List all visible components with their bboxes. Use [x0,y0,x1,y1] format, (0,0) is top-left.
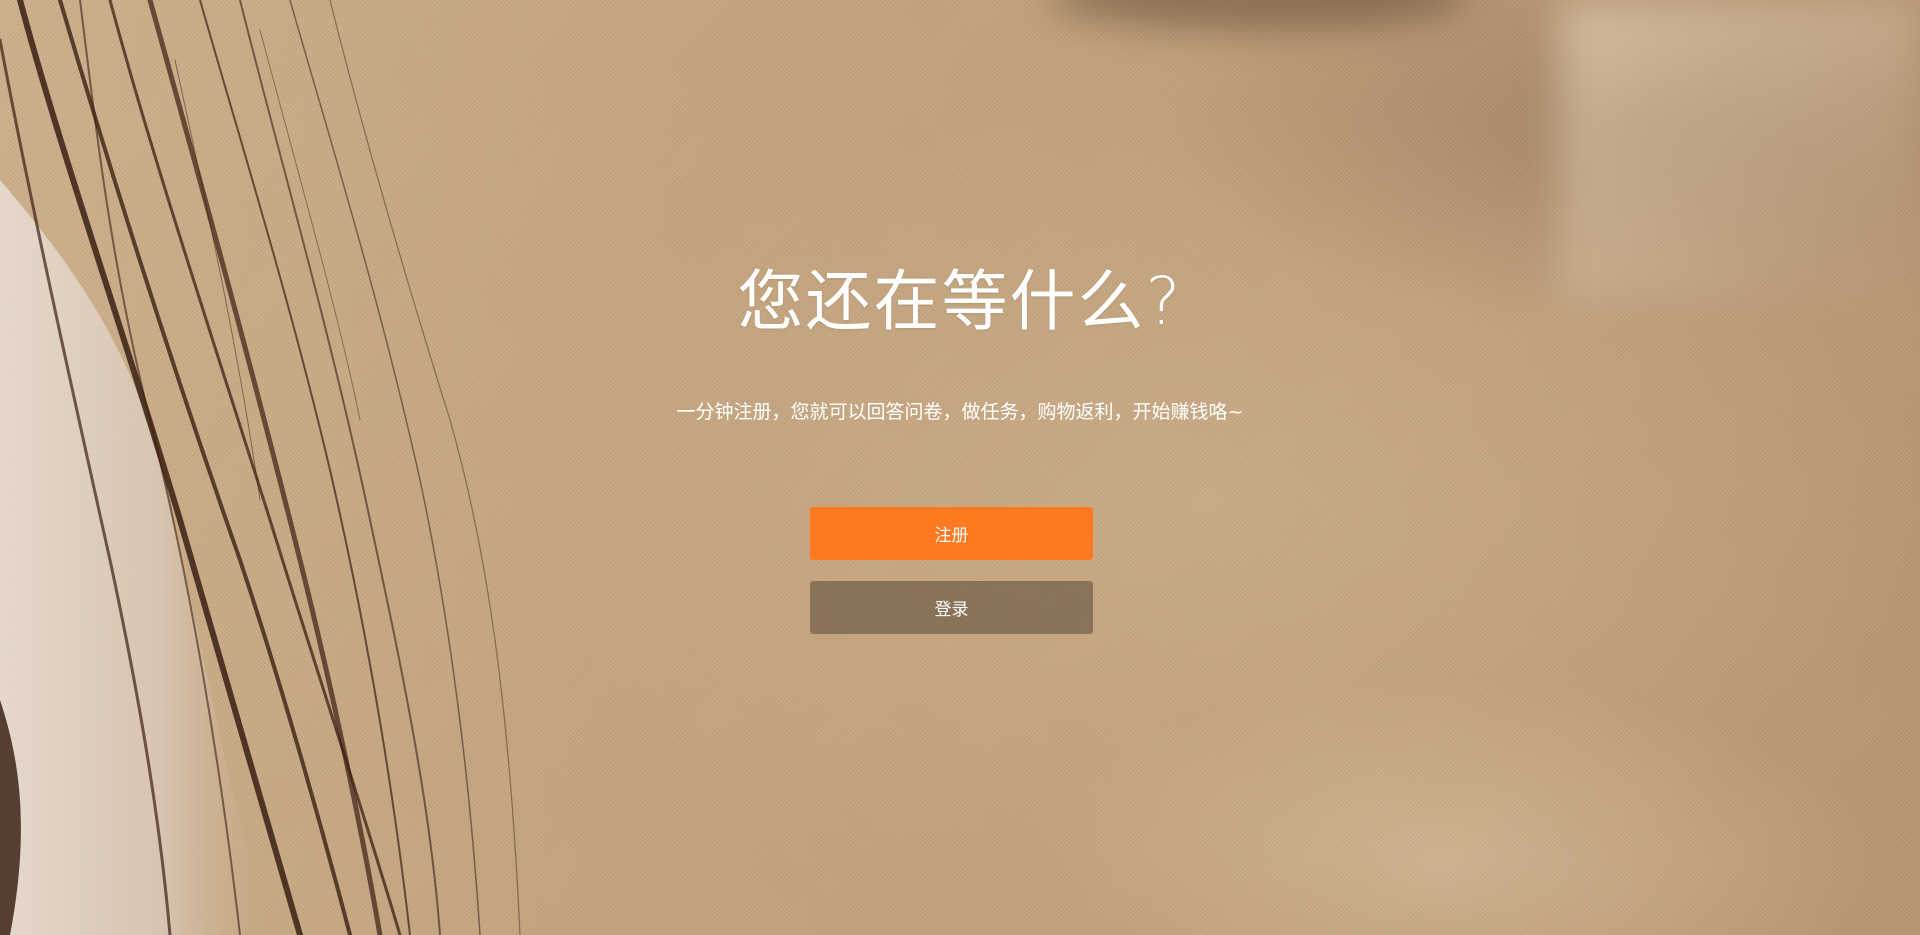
login-button[interactable]: 登录 [810,581,1093,634]
hero-subtitle: 一分钟注册，您就可以回答问卷，做任务，购物返利，开始赚钱咯~ [676,401,1244,423]
login-button-label: 登录 [934,600,969,620]
register-button[interactable]: 注册 [810,507,1093,560]
register-button-label: 注册 [934,526,969,546]
hero-title: 您还在等什么? [737,263,1183,340]
hero-section: 您还在等什么? 一分钟注册，您就可以回答问卷，做任务，购物返利，开始赚钱咯~ 注… [0,0,1920,935]
